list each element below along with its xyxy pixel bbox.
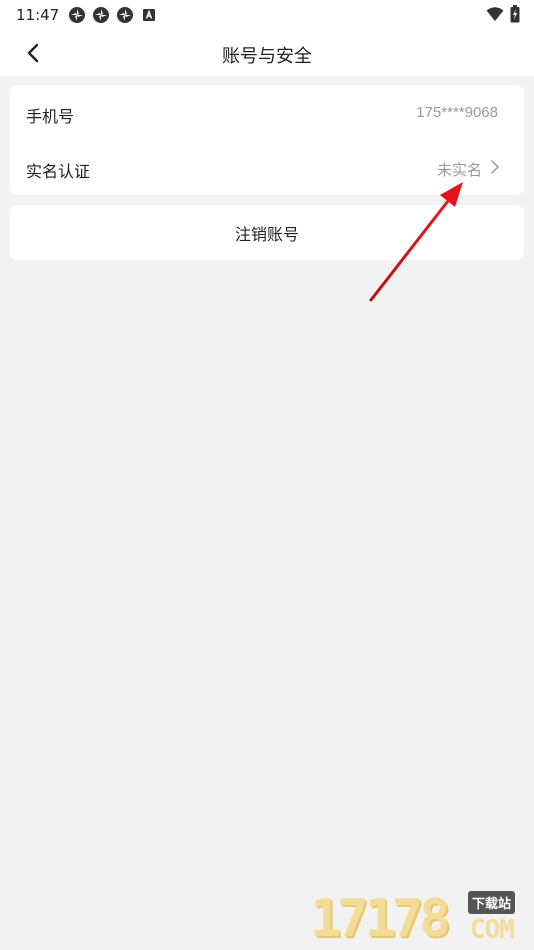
phone-value: 175****9068 (416, 104, 498, 121)
real-name-status: 未实名 (436, 162, 482, 179)
chevron-right-icon (491, 160, 499, 174)
real-name-verification-row[interactable]: 实名认证 未实名 (10, 140, 524, 195)
app-notification-icon (117, 7, 133, 23)
phone-row: 手机号 175****9068 (10, 85, 524, 140)
cancel-account-label: 注销账号 (234, 226, 299, 244)
app-notification-icon (93, 7, 109, 23)
real-name-label: 实名认证 (26, 164, 91, 181)
battery-charging-icon (510, 5, 520, 23)
wifi-icon (486, 7, 504, 21)
status-system-icons (486, 5, 520, 23)
page-title: 账号与安全 (222, 46, 312, 66)
app-notification-icon (69, 7, 85, 23)
watermark-digits: 17178 (310, 889, 451, 949)
status-time: 11:47 (16, 6, 60, 24)
top-nav-bar: 账号与安全 (0, 30, 534, 76)
site-watermark: 17178 下载站 COM (310, 885, 532, 949)
keyboard-a-icon (143, 9, 155, 21)
status-bar: 11:47 (0, 0, 534, 30)
watermark-com: COM (470, 915, 515, 945)
cancel-account-button[interactable]: 注销账号 (10, 205, 524, 260)
account-info-card: 手机号 175****9068 实名认证 未实名 (10, 85, 524, 195)
phone-label: 手机号 (26, 109, 75, 126)
watermark-tag: 下载站 (468, 891, 516, 914)
status-notification-icons (68, 6, 158, 24)
